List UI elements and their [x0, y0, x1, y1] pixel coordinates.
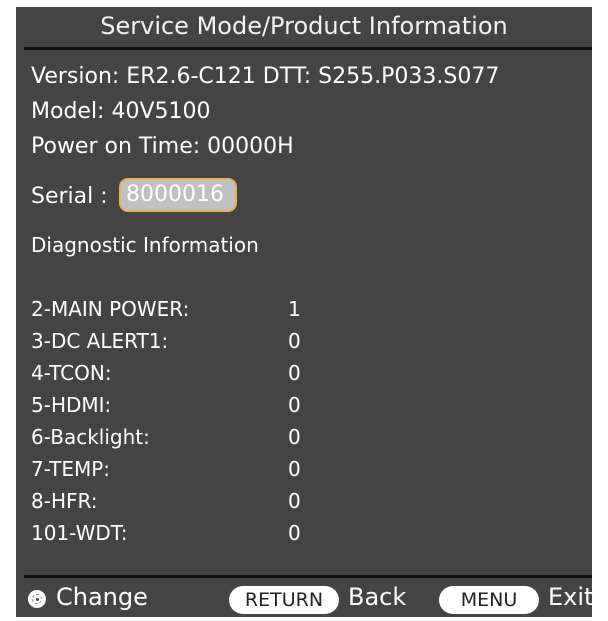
menu-button[interactable]: MENU [439, 586, 539, 614]
diagnostic-row: 6-Backlight: 0 [31, 425, 331, 455]
diagnostic-item-name: 3-DC ALERT1: [31, 329, 169, 353]
title-divider [24, 47, 592, 50]
serial-field[interactable]: 8000016 [119, 178, 237, 212]
diagnostic-row: 2-MAIN POWER: 1 [31, 297, 331, 327]
return-button[interactable]: RETURN [229, 586, 339, 614]
diagnostic-item-value: 0 [288, 361, 301, 385]
diagnostic-item-name: 5-HDMI: [31, 393, 112, 417]
menu-title: Service Mode/Product Information [100, 12, 508, 40]
diagnostic-heading: Diagnostic Information [31, 233, 259, 257]
diagnostic-item-value: 0 [288, 489, 301, 513]
version-info: Version: ER2.6-C121 DTT: S255.P033.S077 [31, 64, 500, 89]
diagnostic-item-value: 0 [288, 329, 301, 353]
diagnostic-item-name: 101-WDT: [31, 521, 128, 545]
diagnostic-item-value: 0 [288, 425, 301, 449]
diagnostic-row: 101-WDT: 0 [31, 521, 331, 551]
diagnostic-item-name: 6-Backlight: [31, 425, 150, 449]
diagnostic-row: 5-HDMI: 0 [31, 393, 331, 423]
power-on-time: Power on Time: 00000H [31, 134, 294, 159]
service-menu-screen: Service Mode/Product Information Version… [16, 7, 594, 617]
diagnostic-item-name: 4-TCON: [31, 361, 112, 385]
diagnostic-item-value: 0 [288, 457, 301, 481]
diagnostic-item-name: 8-HFR: [31, 489, 98, 513]
back-label: Back [348, 583, 407, 611]
diagnostic-row: 8-HFR: 0 [31, 489, 331, 519]
diagnostic-item-value: 0 [288, 393, 301, 417]
change-label: Change [56, 583, 148, 611]
navigation-pad-icon [26, 588, 48, 610]
diagnostic-row: 3-DC ALERT1: 0 [31, 329, 331, 359]
diagnostic-item-value: 1 [288, 297, 301, 321]
model-info: Model: 40V5100 [31, 99, 211, 124]
serial-label: Serial : [31, 184, 108, 209]
footer-bar: Change RETURN Back MENU Exit [16, 580, 594, 614]
diagnostic-row: 7-TEMP: 0 [31, 457, 331, 487]
diagnostic-item-name: 2-MAIN POWER: [31, 297, 190, 321]
diagnostic-item-value: 0 [288, 521, 301, 545]
diagnostic-item-name: 7-TEMP: [31, 457, 111, 481]
exit-label: Exit [548, 583, 594, 611]
footer-divider [24, 575, 592, 578]
diagnostic-row: 4-TCON: 0 [31, 361, 331, 391]
